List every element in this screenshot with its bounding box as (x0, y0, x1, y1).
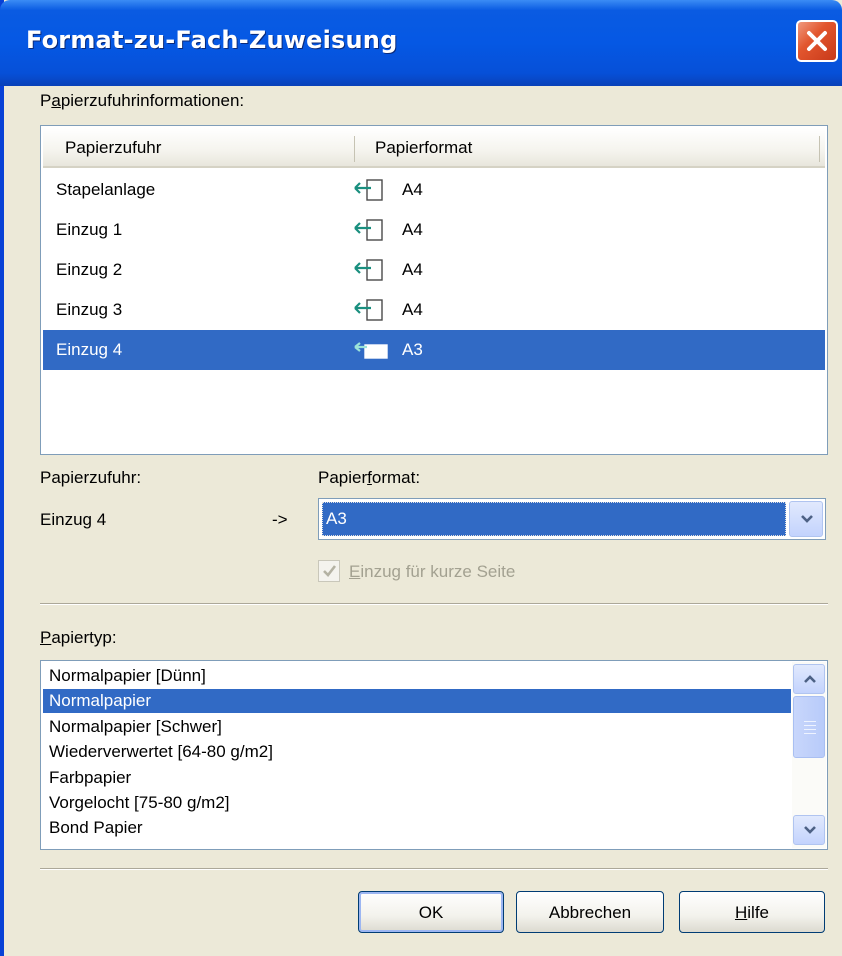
table-row[interactable]: Einzug 1 A4 (43, 210, 825, 250)
table-row[interactable]: Einzug 2 A4 (43, 250, 825, 290)
format-cell: A4 (402, 300, 423, 319)
feed-direction-icon (353, 339, 391, 366)
landscape-feed-icon (354, 342, 388, 359)
scroll-down-button[interactable] (793, 815, 825, 845)
ok-button[interactable]: OK (358, 891, 504, 933)
source-cell: Einzug 2 (56, 260, 123, 279)
list-item[interactable]: Normalpapier [Schwer] (43, 715, 791, 739)
short-edge-checkbox[interactable] (318, 560, 340, 582)
format-cell: A4 (402, 220, 423, 239)
table-row[interactable]: Einzug 4 A3 (43, 330, 825, 370)
paper-type-listbox[interactable]: Normalpapier [Dünn] Normalpapier Normalpap… (40, 660, 828, 850)
selected-source-value: Einzug 4 (40, 510, 107, 529)
scroll-up-button[interactable] (793, 664, 825, 694)
source-cell: Einzug 1 (56, 220, 123, 239)
vertical-scrollbar[interactable] (792, 662, 826, 848)
paper-source-info-text: Papierzufuhrinformationen: (40, 91, 245, 110)
divider (40, 603, 828, 605)
help-button[interactable]: Hilfe (679, 891, 825, 933)
list-item[interactable]: Normalpapier [Dünn] (43, 664, 791, 688)
format-cell: A4 (402, 260, 423, 279)
column-header-format[interactable]: Papierformat (375, 138, 472, 158)
listview-header: Papierzufuhr Papierformat (43, 128, 825, 168)
close-icon (807, 31, 827, 51)
chevron-down-icon (804, 826, 816, 834)
column-divider[interactable] (354, 136, 355, 162)
list-item[interactable]: Bond Papier (43, 816, 791, 840)
portrait-feed-icon (354, 179, 383, 201)
list-item[interactable]: Wiederverwertet [64-80 g/m2] (43, 740, 791, 764)
format-cell: A4 (402, 180, 423, 199)
column-divider[interactable] (819, 136, 820, 162)
cancel-button[interactable]: Abbrechen (516, 891, 664, 933)
dropdown-button[interactable] (789, 501, 823, 537)
table-row[interactable]: Stapelanlage A4 (43, 170, 825, 210)
format-field-label: Papierformat: (318, 468, 421, 487)
close-button[interactable] (796, 20, 838, 62)
paper-type-label: Papiertyp: (40, 628, 117, 647)
feed-direction-icon (353, 299, 391, 326)
column-header-source[interactable]: Papierzufuhr (65, 138, 161, 158)
format-cell: A3 (402, 340, 423, 359)
portrait-feed-icon (354, 219, 383, 241)
chevron-up-icon (804, 675, 816, 683)
paper-format-select[interactable]: A3 (318, 498, 826, 540)
chevron-down-icon (801, 515, 813, 523)
assignment-arrow: -> (272, 510, 288, 529)
source-cell: Einzug 4 (56, 340, 123, 359)
source-field-label: Papierzufuhr: (40, 468, 142, 487)
list-item[interactable]: Farbpapier (43, 766, 791, 790)
source-cell: Einzug 3 (56, 300, 123, 319)
window-title: Format-zu-Fach-Zuweisung (26, 26, 398, 54)
portrait-feed-icon (354, 299, 383, 321)
list-item[interactable]: Vorgelocht [75-80 g/m2] (43, 791, 791, 815)
table-row[interactable]: Einzug 3 A4 (43, 290, 825, 330)
paper-source-info-label: Papierzufuhrinformationen: (40, 91, 244, 111)
portrait-feed-icon (354, 259, 383, 281)
feed-direction-icon (353, 259, 391, 286)
scroll-thumb[interactable] (793, 696, 825, 758)
title-bar[interactable]: Format-zu-Fach-Zuweisung (0, 0, 842, 86)
paper-source-listview[interactable]: Papierzufuhr Papierformat Stapelanlage A4… (40, 125, 828, 455)
checkmark-icon (323, 565, 337, 577)
source-cell: Stapelanlage (56, 180, 156, 199)
short-edge-label: Einzug für kurze Seite (349, 562, 516, 581)
paper-format-value: A3 (322, 502, 786, 536)
feed-direction-icon (353, 179, 391, 206)
divider (40, 868, 828, 870)
dialog-window: Format-zu-Fach-Zuweisung Papierzufuhrinf… (0, 0, 842, 956)
feed-direction-icon (353, 219, 391, 246)
list-item[interactable]: Normalpapier (43, 689, 791, 714)
